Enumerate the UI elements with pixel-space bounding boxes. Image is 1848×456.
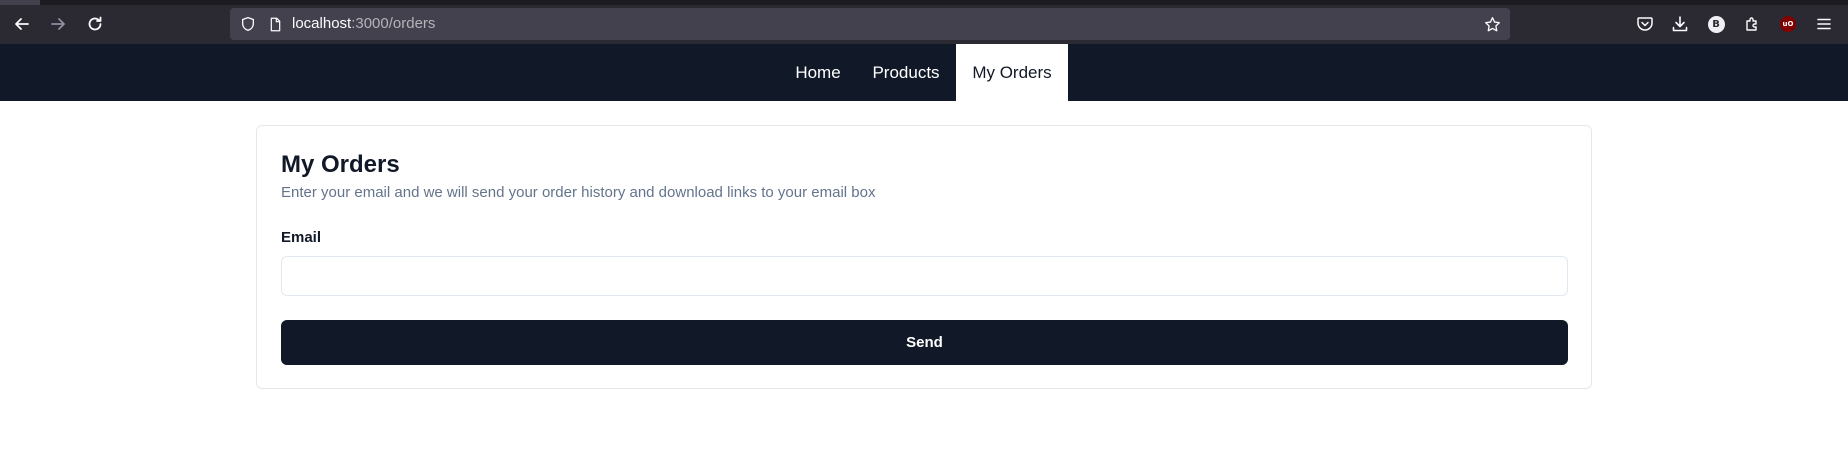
url-path: :3000/orders: [351, 15, 436, 32]
shield-icon[interactable]: [238, 14, 258, 34]
email-label: Email: [281, 229, 322, 246]
email-field[interactable]: [281, 256, 1568, 296]
site-nav: Home Products My Orders: [0, 44, 1848, 101]
browser-toolbar: localhost:3000/orders B uO: [0, 0, 1848, 44]
page-icon[interactable]: [265, 14, 285, 34]
forward-icon[interactable]: [44, 10, 72, 38]
send-button[interactable]: Send: [281, 320, 1568, 365]
extension-b-icon[interactable]: B: [1704, 12, 1728, 36]
pocket-icon[interactable]: [1633, 12, 1657, 36]
nav-my-orders[interactable]: My Orders: [956, 44, 1068, 101]
page-description: Enter your email and we will send your o…: [281, 184, 876, 201]
back-icon[interactable]: [8, 10, 36, 38]
url-bar[interactable]: localhost:3000/orders: [230, 8, 1510, 40]
page-title: My Orders: [281, 151, 400, 178]
reload-icon[interactable]: [81, 10, 109, 38]
ublock-icon[interactable]: uO: [1776, 12, 1800, 36]
nav-home[interactable]: Home: [784, 44, 852, 101]
menu-icon[interactable]: [1812, 12, 1836, 36]
nav-products[interactable]: Products: [862, 44, 950, 101]
tab-strip: [0, 0, 1848, 5]
tab-stub[interactable]: [0, 0, 40, 5]
extensions-icon[interactable]: [1740, 12, 1764, 36]
orders-card: My Orders Enter your email and we will s…: [256, 125, 1592, 389]
download-icon[interactable]: [1668, 12, 1692, 36]
bookmark-star-icon[interactable]: [1482, 14, 1502, 34]
url-host: localhost: [292, 15, 352, 32]
url-text[interactable]: localhost:3000/orders: [292, 15, 435, 33]
